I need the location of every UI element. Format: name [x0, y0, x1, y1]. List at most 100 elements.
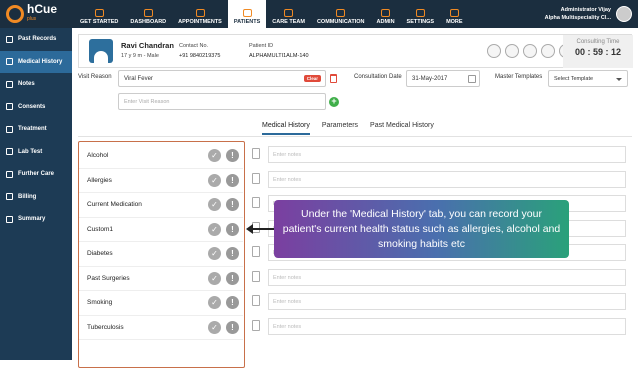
check-icon[interactable]: ✓ — [208, 222, 221, 236]
note-row: Enter notes — [252, 146, 626, 163]
sidebar-item-consents[interactable]: Consents — [0, 96, 72, 119]
nav-icon — [242, 9, 252, 17]
sidebar-item-summary[interactable]: Summary — [0, 208, 72, 231]
sidebar-item-billing[interactable]: Billing — [0, 186, 72, 209]
alert-icon[interactable]: ! — [226, 222, 239, 236]
check-icon[interactable]: ✓ — [208, 320, 221, 334]
sidebar-icon — [6, 215, 13, 223]
check-icon[interactable]: ✓ — [208, 271, 221, 285]
clear-button[interactable]: Clear — [303, 75, 321, 82]
sidebar-item-treatment[interactable]: Treatment — [0, 118, 72, 141]
nav-icon — [381, 9, 391, 17]
note-icon[interactable] — [252, 221, 260, 233]
consultation-date-field[interactable]: 31-May-2017 — [406, 70, 480, 87]
check-icon[interactable]: ✓ — [208, 296, 221, 309]
sidebar-icon — [6, 170, 13, 178]
alert-icon[interactable]: ! — [226, 271, 239, 285]
sidebar-item-label: Summary — [18, 216, 46, 223]
notes-input[interactable]: Enter notes — [268, 146, 626, 163]
tab-medical-history[interactable]: Medical History — [262, 122, 310, 135]
list-item: Tuberculosis ✓! — [79, 316, 243, 340]
nav-label: MORE — [446, 19, 463, 25]
alert-icon[interactable]: ! — [226, 296, 239, 309]
nav-label: CARE TEAM — [272, 19, 305, 25]
admin-clinic: Alpha Multispeciality Cl... — [544, 15, 611, 21]
check-icon[interactable]: ✓ — [208, 149, 221, 162]
notes-input[interactable]: Enter notes — [268, 170, 626, 188]
check-icon[interactable]: ✓ — [208, 247, 221, 260]
sidebar-icon — [6, 80, 13, 88]
sidebar-item-label: Notes — [18, 81, 35, 88]
medical-history-list: Alcohol ✓! Allergies ✓! Current Medication ✓!… — [78, 141, 245, 368]
nav-item-get-started[interactable]: GET STARTED — [74, 0, 124, 28]
visit-reason-field[interactable]: Viral Fever Clear — [118, 70, 326, 87]
visit-reason-input[interactable]: Enter Visit Reason — [118, 93, 326, 110]
pause-icon[interactable] — [523, 44, 537, 58]
nav-icon — [195, 9, 205, 17]
history-label: Past Surgeries — [87, 274, 130, 282]
sidebar-item-further-care[interactable]: Further Care — [0, 163, 72, 186]
nav-item-settings[interactable]: SETTINGS — [401, 0, 441, 28]
stop-icon[interactable] — [541, 44, 555, 58]
info-icon[interactable] — [487, 44, 501, 58]
tab-parameters[interactable]: Parameters — [322, 122, 358, 135]
note-icon[interactable] — [252, 319, 260, 331]
notes-input[interactable]: Enter notes — [268, 293, 626, 310]
admin-menu[interactable]: Administrator Vijay Alpha Multispecialit… — [545, 0, 638, 28]
sidebar-icon — [6, 35, 13, 43]
note-icon[interactable] — [252, 246, 260, 257]
sidebar-item-lab-test[interactable]: Lab Test — [0, 141, 72, 164]
nav-icon — [336, 9, 346, 17]
hcue-logo[interactable]: hCue plus — [0, 0, 74, 28]
history-label: Custom1 — [87, 225, 114, 233]
note-icon[interactable] — [252, 172, 260, 184]
nav-label: COMMUNICATION — [316, 19, 365, 25]
alert-icon[interactable]: ! — [226, 198, 239, 211]
check-icon[interactable]: ✓ — [208, 173, 221, 187]
trash-icon[interactable] — [330, 74, 337, 83]
nav-item-more[interactable]: MORE — [440, 0, 469, 28]
note-icon[interactable] — [252, 197, 260, 208]
logo-icon — [6, 5, 24, 23]
nav-icon — [415, 9, 425, 17]
notes-input[interactable]: Enter notes — [268, 268, 626, 286]
notes-input[interactable]: Enter notes — [268, 317, 626, 335]
note-row: Enter notes — [252, 293, 626, 310]
sidebar: Past Records Medical History Notes Consents… — [0, 28, 72, 360]
nav-label: ADMIN — [376, 19, 395, 25]
master-templates-label: Master Templates — [495, 74, 543, 80]
alert-icon[interactable]: ! — [226, 247, 239, 260]
main-content: Ravi Chandran 17 y 9 m - Male Contact No… — [72, 28, 638, 368]
note-icon[interactable] — [252, 295, 260, 306]
add-icon[interactable]: + — [329, 97, 339, 107]
nav-item-patients[interactable]: PATIENTS — [227, 0, 267, 28]
alert-icon[interactable]: ! — [226, 320, 239, 334]
avatar[interactable] — [616, 6, 632, 22]
nav-item-care-team[interactable]: CARE TEAM — [266, 0, 311, 28]
history-label: Current Medication — [87, 201, 142, 209]
nav-item-admin[interactable]: ADMIN — [371, 0, 401, 28]
alert-icon[interactable]: ! — [226, 149, 239, 162]
visit-reason-value: Viral Fever — [124, 76, 153, 82]
nav-item-appointments[interactable]: APPOINTMENTS — [172, 0, 228, 28]
master-templates-select[interactable]: Select Template — [548, 70, 628, 87]
check-icon[interactable]: ✓ — [208, 198, 221, 211]
download-icon[interactable] — [505, 44, 519, 58]
note-icon[interactable] — [252, 148, 260, 159]
calendar-icon[interactable] — [468, 75, 476, 83]
sidebar-item-medical-history[interactable]: Medical History — [0, 50, 72, 73]
list-item: Current Medication ✓! — [79, 193, 243, 218]
sidebar-item-notes[interactable]: Notes — [0, 73, 72, 96]
tab-past-medical-history[interactable]: Past Medical History — [370, 122, 434, 135]
note-icon[interactable] — [252, 270, 260, 282]
patient-age-gender: 17 y 9 m - Male — [121, 53, 159, 59]
nav-item-communication[interactable]: COMMUNICATION — [311, 0, 371, 28]
note-row: Enter notes — [252, 170, 626, 188]
sidebar-item-past-records[interactable]: Past Records — [0, 28, 72, 51]
consulting-timer: Consulting Time 00 : 59 : 12 — [563, 35, 633, 68]
nav-item-dashboard[interactable]: DASHBOARD — [124, 0, 172, 28]
history-label: Diabetes — [87, 250, 113, 258]
alert-icon[interactable]: ! — [226, 173, 239, 187]
patient-name[interactable]: Ravi Chandran — [121, 41, 174, 51]
nav-label: GET STARTED — [80, 19, 119, 25]
